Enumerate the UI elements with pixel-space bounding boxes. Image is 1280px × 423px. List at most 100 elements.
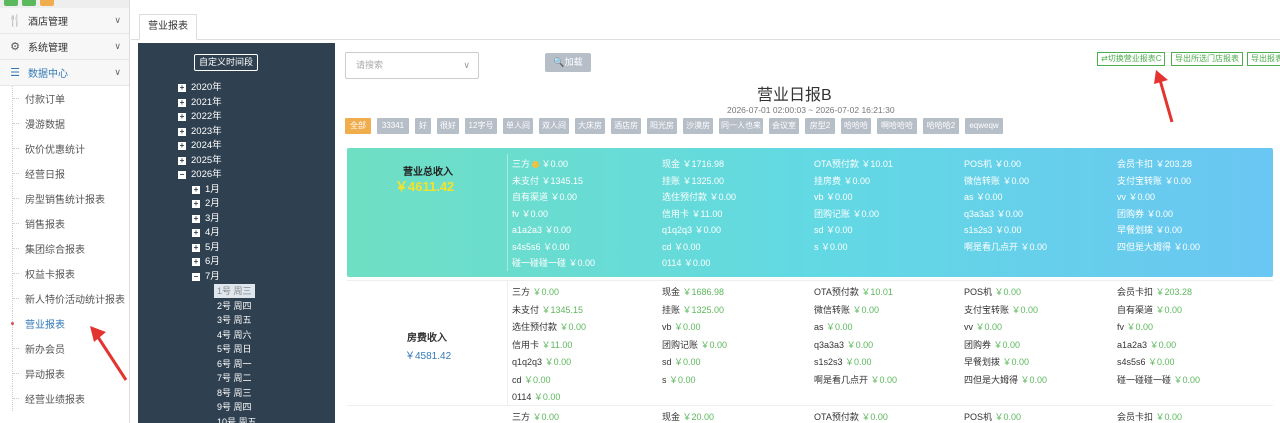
expand-icon[interactable]: + [178, 127, 186, 136]
item-label: sd [662, 357, 672, 367]
room-revenue-item: 选住预付款 ￥0.00 [512, 320, 586, 333]
item-label: OTA预付款 [814, 287, 859, 297]
custom-period-button[interactable]: 自定义时间段 [194, 54, 258, 71]
item-label: cd [512, 374, 522, 385]
sidebar-item[interactable]: 新人特价活动统计报表 [12, 286, 129, 311]
tree-day[interactable]: 3号 周五 [217, 313, 252, 327]
room-type-chip[interactable]: 全部 [345, 118, 371, 134]
sidebar-item[interactable]: 漫游数据 [12, 111, 129, 136]
sidebar-item[interactable]: 集团综合报表 [12, 236, 129, 261]
tree-year[interactable]: +2021年 [178, 96, 222, 110]
tree-month[interactable]: +6月 [192, 255, 220, 269]
room-type-chip[interactable]: 啊哈哈哈 [877, 118, 917, 134]
sidebar-item[interactable]: 经营日报 [12, 161, 129, 186]
total-revenue-item: 早餐划拨 ￥0.00 [1117, 225, 1183, 235]
room-type-chip[interactable]: 会议室 [769, 118, 799, 134]
room-revenue-item: s1s2s3 ￥0.00 [814, 355, 872, 368]
room-type-chip[interactable]: 好 [415, 118, 431, 134]
expand-icon[interactable]: + [192, 214, 200, 223]
room-type-chip[interactable]: 同一人也来 [719, 118, 763, 134]
room-revenue-item: 未支付 ￥1345.15 [512, 303, 583, 316]
tree-day[interactable]: 1号 周三 [214, 284, 255, 298]
sidebar-group-hotel[interactable]: 🍴 酒店管理 ∨ [0, 8, 129, 34]
tree-month[interactable]: +1月 [192, 183, 220, 197]
total-revenue-item: 支付宝转账 ￥0.00 [1117, 175, 1192, 186]
collapse-icon[interactable]: − [178, 171, 186, 179]
room-type-chip[interactable]: 房型2 [805, 118, 835, 134]
tree-day[interactable]: 8号 周三 [217, 386, 252, 400]
tree-day[interactable]: 9号 周四 [217, 400, 252, 414]
room-type-chip[interactable]: 单人间 [503, 118, 533, 134]
tree-day[interactable]: 5号 周日 [217, 342, 252, 356]
database-icon: ☰ [10, 67, 20, 79]
sidebar-item[interactable]: 付款订单 [12, 86, 129, 111]
item-value: ￥0.00 [674, 322, 701, 332]
tree-day[interactable]: 2号 周四 [217, 299, 252, 313]
total-revenue-item: 选住预付款 ￥0.00 [662, 192, 737, 202]
sidebar-item[interactable]: 营业报表 [11, 311, 129, 336]
item-value: ￥0.00 [993, 339, 1021, 350]
room-type-chip[interactable]: 阳光房 [647, 118, 677, 134]
room-type-chip[interactable]: 哈哈哈 [841, 118, 871, 134]
collapse-icon[interactable]: − [192, 272, 200, 281]
sidebar-item[interactable]: 异动报表 [12, 361, 129, 386]
expand-icon[interactable]: + [178, 113, 186, 121]
expand-icon[interactable]: + [178, 98, 186, 107]
tree-year[interactable]: +2020年 [178, 81, 222, 95]
total-revenue-item: as ￥0.00 [964, 192, 1003, 202]
room-type-chip[interactable]: 酒店房 [611, 118, 641, 134]
search-select[interactable]: 请搜索 ∨ [345, 52, 479, 79]
item-label: q3a3a3 [814, 339, 845, 350]
expand-icon[interactable]: + [192, 243, 200, 252]
export-selected-button[interactable]: 导出所选门店报表 [1171, 52, 1243, 66]
total-revenue-item: POS机 ￥0.00 [964, 159, 1022, 169]
expand-icon[interactable]: + [192, 258, 200, 266]
expand-icon[interactable]: + [178, 142, 186, 150]
sidebar-item[interactable]: 新办会员 [12, 336, 129, 361]
tree-day[interactable]: 6号 周一 [217, 357, 252, 371]
tree-month[interactable]: +5月 [192, 241, 220, 255]
room-type-chip[interactable]: 沙漠房 [683, 118, 713, 134]
sidebar-item[interactable]: 砍价优惠统计 [12, 136, 129, 161]
info-icon[interactable] [532, 161, 540, 169]
expand-icon[interactable]: + [192, 185, 200, 194]
room-type-chip[interactable]: 双人间 [539, 118, 569, 134]
room-type-chip[interactable]: 大床房 [575, 118, 605, 134]
sidebar-group-data-center[interactable]: ☰ 数据中心 ∨ [0, 60, 129, 86]
expand-icon[interactable]: + [178, 156, 186, 165]
load-button[interactable]: 🔍加载 [545, 53, 591, 72]
tree-day[interactable]: 7号 周二 [217, 371, 252, 385]
sidebar-group-system[interactable]: ⚙ 系统管理 ∨ [0, 34, 129, 60]
room-type-chip[interactable]: 33341 [377, 118, 409, 134]
tree-month[interactable]: −7月 [192, 270, 220, 284]
sidebar-item[interactable]: 经营业绩报表 [12, 386, 129, 411]
room-type-chip[interactable]: 很好 [437, 118, 459, 134]
sidebar-item[interactable]: 房型销售统计报表 [12, 186, 129, 211]
tree-month[interactable]: +4月 [192, 226, 220, 240]
expand-icon[interactable]: + [192, 229, 200, 237]
tree-day[interactable]: 4号 周六 [217, 328, 252, 342]
room-type-chip[interactable]: eqweqw [965, 118, 1003, 134]
tree-year[interactable]: +2024年 [178, 139, 222, 153]
tree-year[interactable]: +2022年 [178, 110, 222, 124]
tree-year[interactable]: +2025年 [178, 154, 222, 168]
tree-month[interactable]: +3月 [192, 212, 220, 226]
tab-business-report[interactable]: 营业报表 [139, 14, 197, 40]
tree-year[interactable]: +2023年 [178, 125, 222, 139]
expand-icon[interactable]: + [192, 200, 200, 208]
tree-year-label: 2020年 [191, 82, 222, 93]
tree-month[interactable]: +2月 [192, 197, 220, 211]
switch-report-button[interactable]: ⇄切换营业报表C [1097, 52, 1166, 66]
room-type-chip[interactable]: 哈哈哈2 [923, 118, 959, 134]
room-type-chip[interactable]: 12字号 [465, 118, 497, 134]
tab-bar: 营业报表 [131, 0, 1280, 40]
room-revenue-item: OTA预付款 ￥10.01 [814, 285, 893, 298]
sidebar-item[interactable]: 权益卡报表 [12, 261, 129, 286]
tree-year-label: 2023年 [191, 125, 222, 137]
sidebar-item[interactable]: 销售报表 [12, 211, 129, 236]
tree-year[interactable]: −2026年 [178, 168, 222, 182]
expand-icon[interactable]: + [178, 84, 186, 92]
export-all-button[interactable]: 导出报表 [1247, 52, 1280, 66]
tree-day[interactable]: 10号 周五 [217, 415, 257, 423]
room-revenue-item: 挂账 ￥1325.00 [662, 303, 724, 316]
